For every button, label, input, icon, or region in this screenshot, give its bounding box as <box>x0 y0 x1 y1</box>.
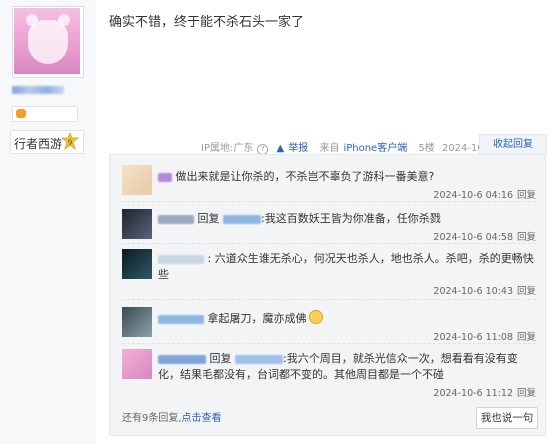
reply-item: 回复 :我六个周目，就杀光信众一次，想看看有没有变化，结果毛都没有，台词都不变的… <box>122 349 536 401</box>
reply-username[interactable] <box>158 314 204 324</box>
reply-meta: 2024-10-6 11:12 回复 <box>433 388 536 399</box>
floor-number: 5楼 <box>418 143 435 154</box>
reply-item: 做出来就是让你杀的，不杀岂不辜负了游科一番美意? 2024-10-6 04:16… <box>122 165 536 205</box>
reply-text: 拿起屠刀，魔亦成佛 <box>158 310 536 327</box>
reply-target-username[interactable] <box>223 214 261 224</box>
reply-meta: 2024-10-6 11:08 回复 <box>433 332 536 343</box>
reply-username[interactable] <box>158 214 194 224</box>
avatar[interactable] <box>12 6 84 78</box>
post-content: 确实不错，终于能不杀石头一家了 <box>109 15 305 30</box>
reply-meta: 2024-10-6 04:58 回复 <box>433 232 536 243</box>
collapse-replies-button[interactable]: 收起回复 <box>479 134 547 155</box>
source: 来自 iPhone客户端 <box>319 143 408 154</box>
reply-button[interactable]: 回复 <box>517 286 536 297</box>
reply-text: : 六道众生谁无杀心，何况天也杀人，地也杀人。杀吧，杀的更畅快些 <box>158 252 534 281</box>
report-flag-icon: ▲ <box>276 143 285 154</box>
reply-button[interactable]: 回复 <box>517 388 536 399</box>
emoji-icon <box>308 310 323 324</box>
reply-target-username[interactable] <box>235 354 283 364</box>
reply-username[interactable] <box>158 172 172 182</box>
reply-button[interactable]: 回复 <box>517 332 536 343</box>
reply-list: 做出来就是让你杀的，不杀岂不辜负了游科一番美意? 2024-10-6 04:16… <box>109 154 546 436</box>
level-badge[interactable]: 行者西游 9 <box>10 130 84 154</box>
badge-icon <box>16 109 26 118</box>
reply-meta: 2024-10-6 10:43 回复 <box>433 286 536 297</box>
username-blurred[interactable] <box>12 86 64 94</box>
user-sidebar: 行者西游 9 <box>0 0 96 444</box>
client-link[interactable]: iPhone客户端 <box>343 143 407 154</box>
reply-username[interactable] <box>158 254 204 264</box>
add-reply-button[interactable]: 我也说一句 <box>476 407 538 429</box>
reply-item: : 六道众生谁无杀心，何况天也杀人，地也杀人。杀吧，杀的更畅快些 2024-10… <box>122 249 536 301</box>
report-link[interactable]: ▲ 举报 <box>277 143 313 154</box>
view-more-link[interactable]: 点击查看 <box>182 413 222 424</box>
reply-text: 回复 :我这百数妖王皆为你准备，任你杀戮 <box>158 211 536 227</box>
reply-button[interactable]: 回复 <box>517 232 536 243</box>
reply-avatar[interactable] <box>122 249 152 279</box>
reply-meta: 2024-10-6 04:16 回复 <box>433 190 536 201</box>
reply-avatar[interactable] <box>122 209 152 239</box>
svg-text:9: 9 <box>68 139 72 147</box>
more-replies: 还有9条回复,点击查看 <box>122 413 222 424</box>
user-badge <box>12 106 78 122</box>
reply-item: 拿起屠刀，魔亦成佛 2024-10-6 11:08 回复 <box>122 307 536 345</box>
reply-avatar[interactable] <box>122 349 152 379</box>
level-title: 行者西游 <box>14 137 63 151</box>
reply-avatar[interactable] <box>122 307 152 337</box>
reply-text: 做出来就是让你杀的，不杀岂不辜负了游科一番美意? <box>158 169 536 185</box>
ip-location: IP属地:广东 <box>201 143 254 154</box>
level-medal-icon: 9 <box>61 133 79 151</box>
avatar-image <box>14 8 80 74</box>
reply-text: 回复 :我六个周目，就杀光信众一次，想看看有没有变化，结果毛都没有，台词都不变的… <box>158 352 518 381</box>
post-main: 确实不错，终于能不杀石头一家了 IP属地:广东? ▲ 举报 来自 iPhone客户端… <box>109 0 550 444</box>
reply-button[interactable]: 回复 <box>517 190 536 201</box>
reply-username[interactable] <box>158 354 206 364</box>
reply-avatar[interactable] <box>122 165 152 195</box>
